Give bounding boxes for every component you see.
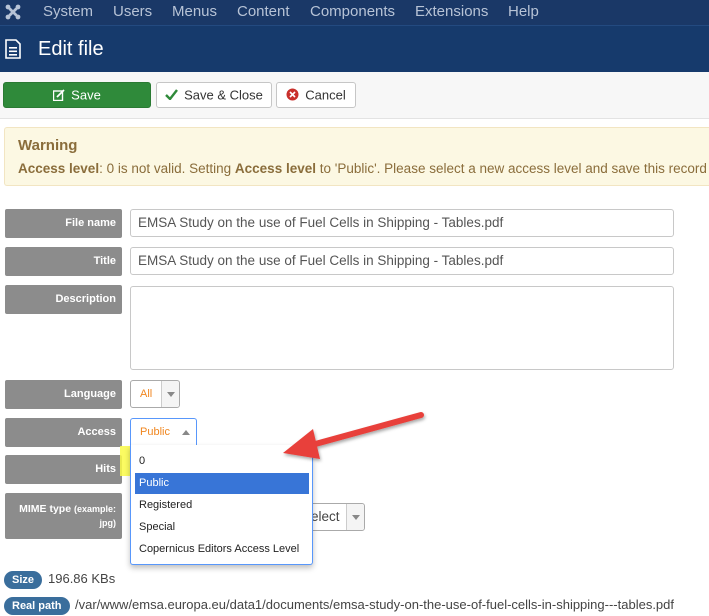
- save-button[interactable]: Save: [3, 82, 151, 108]
- access-option-public[interactable]: Public: [135, 473, 309, 494]
- chevron-down-icon: [167, 392, 175, 397]
- top-menu-bar: System Users Menus Content Components Ex…: [0, 0, 709, 25]
- warning-text: to 'Public'. Please select a new access …: [315, 161, 707, 176]
- chevron-up-icon: [182, 430, 190, 435]
- toolbar: Save Save & Close Cancel: [0, 72, 709, 119]
- edit-icon: [53, 88, 65, 101]
- warning-alert: Warning Access level: 0 is not valid. Se…: [4, 127, 709, 186]
- save-close-button[interactable]: Save & Close: [156, 82, 272, 108]
- menu-item-extensions[interactable]: Extensions: [415, 3, 488, 20]
- title-label: Title: [5, 247, 122, 276]
- access-value: Public: [140, 426, 170, 438]
- joomla-logo-icon[interactable]: [4, 3, 22, 21]
- access-option-copernicus-editors[interactable]: Copernicus Editors Access Level: [135, 539, 309, 560]
- title-input[interactable]: EMSA Study on the use of Fuel Cells in S…: [130, 247, 674, 275]
- file-name-label: File name: [5, 209, 122, 238]
- warning-term: Access level: [234, 161, 316, 176]
- menu-item-components[interactable]: Components: [310, 3, 395, 20]
- file-name-input[interactable]: EMSA Study on the use of Fuel Cells in S…: [130, 209, 674, 237]
- mime-type-label: MIME type (example: jpg): [5, 493, 122, 539]
- warning-text: : 0 is not valid. Setting: [99, 161, 235, 176]
- access-label: Access: [5, 418, 122, 447]
- access-select[interactable]: Public: [130, 418, 197, 446]
- real-path-badge: Real path: [4, 597, 70, 615]
- chevron-down-icon: [352, 515, 360, 520]
- description-textarea[interactable]: [130, 286, 674, 370]
- menu-item-content[interactable]: Content: [237, 3, 290, 20]
- title-bar: Edit file: [0, 25, 709, 72]
- save-label: Save: [71, 87, 101, 103]
- warning-term: Access level: [18, 161, 100, 176]
- menu-item-help[interactable]: Help: [508, 3, 539, 20]
- mime-type-hint: (example: jpg): [73, 504, 116, 528]
- size-value: 196.86 KBs: [48, 571, 116, 586]
- cancel-icon: [286, 88, 299, 101]
- size-badge: Size: [4, 571, 43, 589]
- hits-label: Hits: [5, 455, 122, 484]
- menu-item-menus[interactable]: Menus: [172, 3, 217, 20]
- menu-item-users[interactable]: Users: [113, 3, 152, 20]
- access-option-special[interactable]: Special: [135, 517, 309, 538]
- description-label: Description: [5, 285, 122, 314]
- mime-type-label-text: MIME type: [19, 503, 72, 515]
- select-arrow: [161, 381, 179, 407]
- warning-message: Access level: 0 is not valid. Setting Ac…: [18, 161, 707, 176]
- menu-item-system[interactable]: System: [43, 3, 93, 20]
- language-select[interactable]: All: [130, 380, 180, 408]
- cancel-button[interactable]: Cancel: [276, 82, 356, 108]
- access-option-registered[interactable]: Registered: [135, 495, 309, 516]
- select-arrow: [346, 504, 364, 530]
- checkmark-icon: [165, 89, 179, 101]
- language-value: All: [140, 388, 153, 400]
- page-title: Edit file: [38, 38, 104, 60]
- save-close-label: Save & Close: [184, 87, 263, 103]
- file-icon: [5, 39, 21, 59]
- language-label: Language: [5, 380, 122, 409]
- warning-title: Warning: [18, 137, 78, 154]
- real-path-value: /var/www/emsa.europa.eu/data1/documents/…: [75, 597, 674, 612]
- access-option-0[interactable]: 0: [135, 451, 309, 472]
- cancel-label: Cancel: [305, 87, 346, 103]
- access-dropdown-list: 0 Public Registered Special Copernicus E…: [130, 445, 313, 565]
